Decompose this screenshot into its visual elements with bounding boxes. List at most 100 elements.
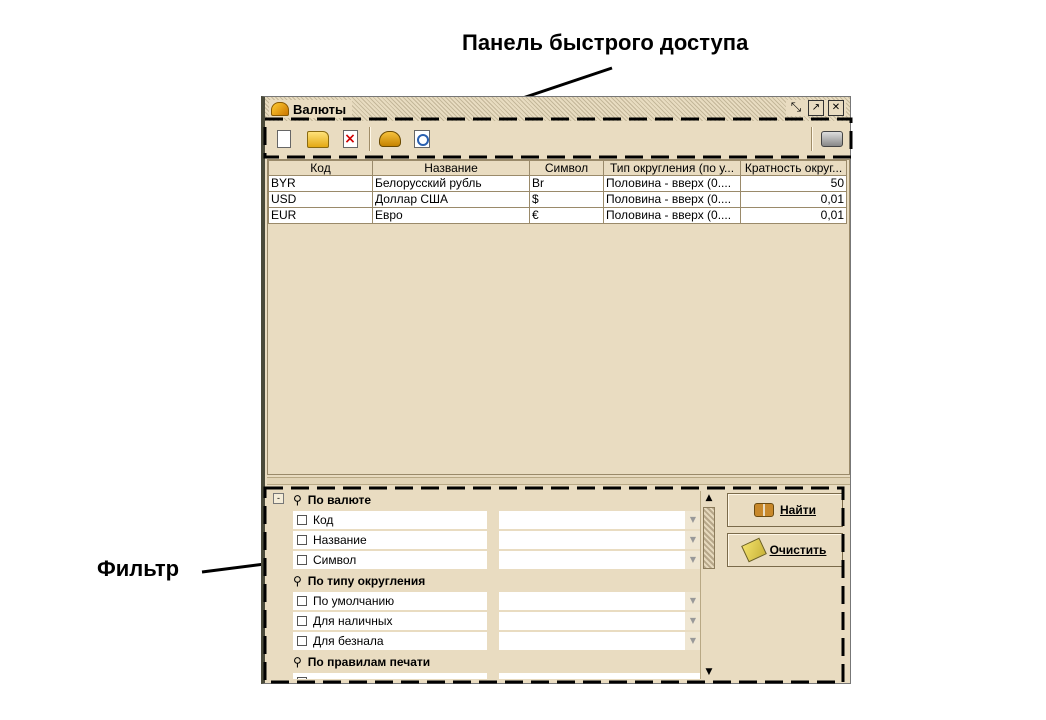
maximize-icon[interactable]: ↗ [808, 100, 824, 116]
cell-rounding-type[interactable]: Половина - вверх (0.... [603, 207, 741, 224]
eraser-icon [740, 537, 767, 563]
filter-group-print-rules[interactable]: ⚲ По правилам печати [293, 653, 430, 671]
table-row[interactable]: USD Доллар США $ Половина - вверх (0....… [268, 191, 847, 208]
print-button[interactable] [821, 128, 843, 150]
clear-button-label: Очистить [769, 543, 827, 557]
scroll-thumb[interactable] [703, 507, 715, 569]
scroll-up-icon[interactable]: ▲ [701, 491, 715, 505]
filter-value-field[interactable] [499, 673, 701, 679]
annotation-quick-access: Панель быстрого доступа [462, 30, 749, 55]
find-button[interactable]: Найти [727, 493, 843, 527]
toolbar-separator [369, 127, 371, 151]
filter-group-label: По валюте [307, 493, 372, 507]
cell-rounding-multiple[interactable]: 50 [740, 175, 847, 192]
currency-table: Код Название Символ Тип округления (по у… [268, 160, 847, 224]
filter-item-label: Код [313, 513, 334, 527]
filter-row-partial [293, 673, 703, 679]
close-icon[interactable]: ✕ [828, 100, 844, 116]
delete-icon: × [342, 130, 358, 148]
dropdown-arrow-icon[interactable]: ▼ [685, 551, 701, 569]
filter-value-field[interactable]: ▼ [499, 511, 701, 529]
filter-item-label: По умолчанию [313, 594, 395, 608]
print-icon [821, 131, 843, 147]
checkbox[interactable] [297, 515, 307, 525]
filter-value-field[interactable]: ▼ [499, 612, 701, 630]
filter-item-label: Для безнала [313, 634, 384, 648]
dropdown-arrow-icon[interactable]: ▼ [685, 592, 701, 610]
filter-row-symbol: Символ ▼ [293, 551, 703, 569]
filter-group-rounding[interactable]: ⚲ По типу округления [293, 572, 425, 590]
cell-name[interactable]: Белорусский рубль [372, 175, 530, 192]
cell-name[interactable]: Доллар США [372, 191, 530, 208]
cell-code[interactable]: BYR [268, 175, 373, 192]
cell-rounding-multiple[interactable]: 0,01 [740, 191, 847, 208]
toolbar-separator [811, 127, 813, 151]
column-header-code[interactable]: Код [268, 160, 373, 176]
checkbox[interactable] [297, 555, 307, 565]
filter-row-name: Название ▼ [293, 531, 703, 549]
filter-scrollbar[interactable]: ▲ ▼ [700, 491, 715, 679]
filter-row-code: Код ▼ [293, 511, 703, 529]
restore-icon[interactable]: ⤡ [788, 100, 804, 116]
delete-button[interactable]: × [339, 128, 361, 150]
checkbox[interactable] [297, 616, 307, 626]
currency-grid: Код Название Символ Тип округления (по у… [267, 159, 850, 475]
new-button[interactable] [273, 128, 295, 150]
checkbox[interactable] [297, 596, 307, 606]
scroll-down-icon[interactable]: ▼ [701, 665, 715, 679]
dropdown-arrow-icon[interactable]: ▼ [685, 612, 701, 630]
filter-row-cash: Для наличных ▼ [293, 612, 703, 630]
column-header-symbol[interactable]: Символ [529, 160, 604, 176]
dropdown-arrow-icon[interactable]: ▼ [685, 531, 701, 549]
filter-value-field[interactable]: ▼ [499, 551, 701, 569]
open-folder-icon [307, 130, 329, 148]
cell-symbol[interactable]: € [529, 207, 604, 224]
edit-icon [379, 131, 401, 147]
collapse-toggle-icon[interactable]: - [273, 493, 284, 504]
cell-rounding-type[interactable]: Половина - вверх (0.... [603, 191, 741, 208]
filter-group-currency[interactable]: ⚲ По валюте [293, 491, 371, 509]
dropdown-arrow-icon[interactable]: ▼ [685, 632, 701, 650]
dropdown-arrow-icon[interactable]: ▼ [685, 511, 701, 529]
filter-panel: - ⚲ По валюте Код ▼ Название ▼ Символ ▼ … [267, 489, 715, 679]
edit-button[interactable] [379, 128, 401, 150]
cell-code[interactable]: USD [268, 191, 373, 208]
filter-value-field[interactable]: ▼ [499, 632, 701, 650]
table-header: Код Название Символ Тип округления (по у… [268, 160, 847, 176]
cell-rounding-multiple[interactable]: 0,01 [740, 207, 847, 224]
column-header-name[interactable]: Название [372, 160, 530, 176]
filter-value-field[interactable]: ▼ [499, 592, 701, 610]
cell-code[interactable]: EUR [268, 207, 373, 224]
table-row[interactable]: BYR Белорусский рубль Br Половина - ввер… [268, 175, 847, 192]
column-header-rounding-multiple[interactable]: Кратность округ... [740, 160, 847, 176]
new-document-icon [277, 130, 291, 148]
checkbox[interactable] [297, 677, 307, 679]
open-button[interactable] [307, 128, 329, 150]
filter-group-label: По типу округления [307, 574, 426, 588]
cell-symbol[interactable]: $ [529, 191, 604, 208]
window-title: Валюты [293, 101, 347, 117]
checkbox[interactable] [297, 636, 307, 646]
quick-access-toolbar: × [265, 123, 850, 155]
pin-icon: ⚲ [293, 655, 302, 669]
clear-button[interactable]: Очистить [727, 533, 843, 567]
checkbox[interactable] [297, 535, 307, 545]
column-header-rounding-type[interactable]: Тип округления (по у... [603, 160, 741, 176]
cell-name[interactable]: Евро [372, 207, 530, 224]
filter-item-label: Символ [313, 553, 357, 567]
cell-symbol[interactable]: Br [529, 175, 604, 192]
filter-value-field[interactable]: ▼ [499, 531, 701, 549]
title-bar[interactable]: Валюты ⤡ ↗ ✕ [265, 97, 850, 121]
currency-app-icon [271, 102, 289, 116]
table-row[interactable]: EUR Евро € Половина - вверх (0.... 0,01 [268, 207, 847, 224]
pin-icon: ⚲ [293, 493, 302, 507]
pin-icon: ⚲ [293, 574, 302, 588]
filter-item-label: Название [313, 533, 367, 547]
filter-group-label: По правилам печати [307, 655, 431, 669]
view-button[interactable] [411, 128, 433, 150]
filter-row-noncash: Для безнала ▼ [293, 632, 703, 650]
binoculars-icon [754, 503, 774, 517]
view-icon [414, 130, 430, 148]
cell-rounding-type[interactable]: Половина - вверх (0.... [603, 175, 741, 192]
panel-splitter[interactable] [267, 477, 850, 485]
